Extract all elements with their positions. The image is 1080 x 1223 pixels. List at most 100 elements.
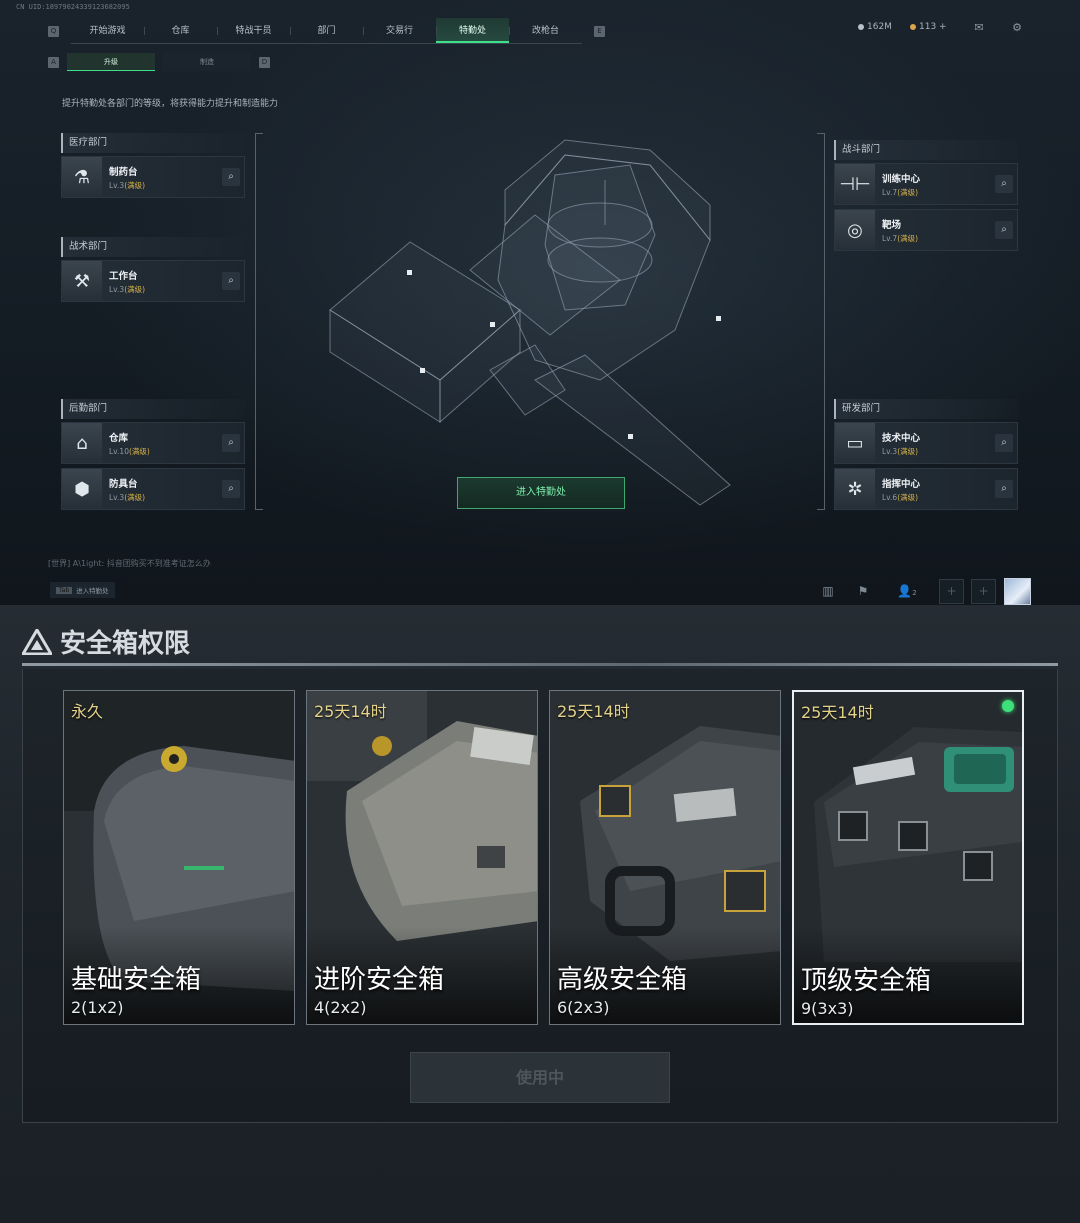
chat-message[interactable]: [世界] A\1ight: 抖音团购买不到准考证怎么办 xyxy=(48,558,211,569)
mail-icon[interactable]: ✉ xyxy=(972,22,986,34)
card-duration: 25天14时 xyxy=(801,703,874,722)
facility-warehouse[interactable]: ⌂ 仓库 Lv.10(满级) ⌕ xyxy=(61,422,245,464)
flag-icon[interactable]: ⚑ xyxy=(852,580,874,602)
card-capacity: 9(3x3) xyxy=(801,999,854,1018)
dept-tactics: 战术部门 ⚒ 工作台 Lv.3(满级) ⌕ xyxy=(61,237,245,306)
facility-command-center[interactable]: ✲ 指挥中心 Lv.6(满级) ⌕ xyxy=(834,468,1018,510)
facility-name: 训练中心 xyxy=(882,173,921,185)
friends-icon[interactable]: 👤2 xyxy=(893,580,921,602)
tab-key: Tab xyxy=(56,586,73,594)
search-icon[interactable]: ⌕ xyxy=(222,480,240,498)
facility-status: (满级) xyxy=(897,233,919,243)
facility-shooting-range[interactable]: ◎ 靶场 Lv.7(满级) ⌕ xyxy=(834,209,1018,251)
facility-workbench[interactable]: ⚒ 工作台 Lv.3(满级) ⌕ xyxy=(61,260,245,302)
card-duration: 25天14时 xyxy=(314,702,387,721)
gear-icon[interactable]: ⚙ xyxy=(1010,22,1024,34)
card-name: 进阶安全箱 xyxy=(314,965,445,995)
tab-trade[interactable]: 交易行 xyxy=(363,18,436,43)
facility-status: (满级) xyxy=(124,180,146,190)
facility-pharmacy[interactable]: ⚗ 制药台 Lv.3(满级) ⌕ xyxy=(61,156,245,198)
dept-research: 研发部门 ▭ 技术中心 Lv.3(满级) ⌕ ✲ 指挥中心 Lv.6(满级) ⌕ xyxy=(834,399,1018,514)
safebox-card-top[interactable]: 25天14时 顶级安全箱 9(3x3) xyxy=(792,690,1024,1025)
card-duration: 永久 xyxy=(71,702,104,721)
dept-medical: 医疗部门 ⚗ 制药台 Lv.3(满级) ⌕ xyxy=(61,133,245,202)
dept-title: 研发部门 xyxy=(834,399,1018,419)
search-icon[interactable]: ⌕ xyxy=(995,221,1013,239)
coin-icon xyxy=(858,24,864,30)
facility-status: (满级) xyxy=(124,284,146,294)
prev-subtab-key[interactable]: A xyxy=(48,56,59,68)
subtab-craft[interactable]: 制造 xyxy=(163,53,251,71)
facility-training-center[interactable]: ⊣⊢ 训练中心 Lv.7(满级) ⌕ xyxy=(834,163,1018,205)
in-use-button[interactable]: 使用中 xyxy=(410,1052,670,1103)
prev-tab-key[interactable]: Q xyxy=(48,25,59,37)
armor-icon: ⬢ xyxy=(62,469,102,509)
main-tabs: 开始游戏 仓库 特战干员 部门 交易行 特勤处 改枪台 xyxy=(71,18,582,44)
facility-status: (满级) xyxy=(124,492,146,502)
facility-status: (满级) xyxy=(897,446,919,456)
safebox-card-advanced[interactable]: 25天14时 进阶安全箱 4(2x2) xyxy=(306,690,538,1025)
tab-operators[interactable]: 特战干员 xyxy=(217,18,290,43)
subtab-upgrade[interactable]: 升级 xyxy=(67,53,155,71)
dept-title: 战斗部门 xyxy=(834,140,1018,160)
tab-gunsmith[interactable]: 改枪台 xyxy=(509,18,582,43)
uid-label: CN UID:18979024339123682095 xyxy=(16,3,130,11)
facility-level: Lv.6 xyxy=(882,492,898,502)
search-icon[interactable]: ⌕ xyxy=(995,175,1013,193)
left-bracket xyxy=(255,133,263,510)
facility-level: Lv.7 xyxy=(882,187,898,197)
add-slot-button[interactable]: + xyxy=(971,579,996,604)
friends-count: 2 xyxy=(912,589,917,597)
next-subtab-key[interactable]: D xyxy=(259,56,270,68)
tab-departments[interactable]: 部门 xyxy=(290,18,363,43)
tab-start-game[interactable]: 开始游戏 xyxy=(71,18,144,43)
dept-title: 后勤部门 xyxy=(61,399,245,419)
search-icon[interactable]: ⌕ xyxy=(222,272,240,290)
card-capacity: 6(2x3) xyxy=(557,998,610,1017)
facility-level: Lv.3 xyxy=(109,284,125,294)
page-description: 提升特勤处各部门的等级，将获得能力提升和制造能力 xyxy=(62,99,279,109)
computer-icon: ▭ xyxy=(835,423,875,463)
add-slot-button[interactable]: + xyxy=(939,579,964,604)
next-tab-key[interactable]: E xyxy=(594,25,605,37)
facility-name: 技术中心 xyxy=(882,432,921,444)
panel-header: 安全箱权限 xyxy=(22,623,190,660)
facility-level: Lv.10 xyxy=(109,446,129,456)
facility-name: 指挥中心 xyxy=(882,478,921,490)
avatar[interactable] xyxy=(1004,578,1031,605)
tab-hint-label: 进入特勤处 xyxy=(76,587,109,595)
delta-logo-icon xyxy=(22,628,52,655)
facility-blueprint-model xyxy=(329,139,731,506)
facility-status: (满级) xyxy=(897,492,919,502)
search-icon[interactable]: ⌕ xyxy=(995,480,1013,498)
card-name: 顶级安全箱 xyxy=(801,966,932,996)
coin-amount: 162M xyxy=(867,22,892,32)
stats-icon[interactable]: ▥ xyxy=(817,580,839,602)
facility-tech-center[interactable]: ▭ 技术中心 Lv.3(满级) ⌕ xyxy=(834,422,1018,464)
coin-balance[interactable]: 162M xyxy=(858,22,892,32)
points-icon xyxy=(910,24,916,30)
card-name: 高级安全箱 xyxy=(557,965,688,995)
search-icon[interactable]: ⌕ xyxy=(995,434,1013,452)
facility-level: Lv.3 xyxy=(882,446,898,456)
safebox-card-basic[interactable]: 永久 基础安全箱 2(1x2) xyxy=(63,690,295,1025)
safebox-panel: 安全箱权限 永久 基础安全箱 2(1x2) 25天14时 进阶安全箱 4(2x2… xyxy=(0,605,1080,1223)
tab-special-ops[interactable]: 特勤处 xyxy=(436,18,509,43)
target-icon: ◎ xyxy=(835,210,875,250)
tab-hint[interactable]: Tab 进入特勤处 xyxy=(50,582,115,598)
warehouse-icon: ⌂ xyxy=(62,423,102,463)
search-icon[interactable]: ⌕ xyxy=(222,434,240,452)
tools-icon: ⚒ xyxy=(62,261,102,301)
card-capacity: 4(2x2) xyxy=(314,998,367,1017)
search-icon[interactable]: ⌕ xyxy=(222,168,240,186)
enter-special-ops-button[interactable]: 进入特勤处 xyxy=(457,477,625,509)
sub-tabs: A 升级 制造 D xyxy=(48,53,270,71)
safebox-card-premium[interactable]: 25天14时 高级安全箱 6(2x3) xyxy=(549,690,781,1025)
dept-title: 医疗部门 xyxy=(61,133,245,153)
facility-armor-bench[interactable]: ⬢ 防具台 Lv.3(满级) ⌕ xyxy=(61,468,245,510)
points-balance[interactable]: 113 + xyxy=(910,22,947,32)
right-bracket xyxy=(817,133,825,510)
facility-name: 制药台 xyxy=(109,166,138,178)
tab-warehouse[interactable]: 仓库 xyxy=(144,18,217,43)
top-navigation: Q 开始游戏 仓库 特战干员 部门 交易行 特勤处 改枪台 E xyxy=(48,18,605,44)
